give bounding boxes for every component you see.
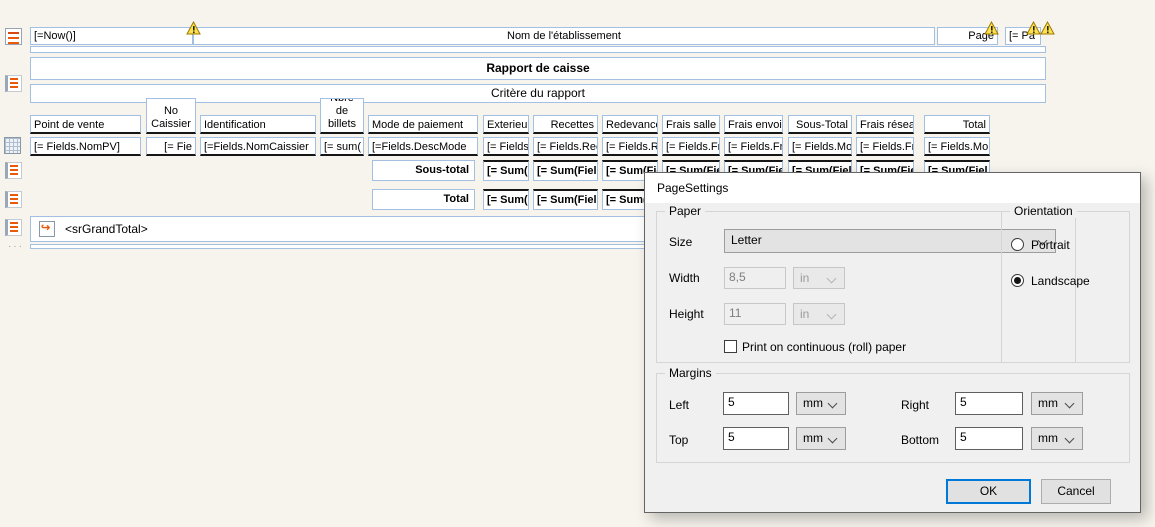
margin-bottom-input[interactable]: 5 [955, 427, 1023, 450]
dialog-title[interactable]: PageSettings [645, 173, 1140, 203]
column-header-cell[interactable]: Redevance [602, 115, 658, 134]
height-unit-value: in [800, 307, 809, 321]
margin-unit-value: mm [803, 396, 823, 410]
margin-bottom-unit-select[interactable]: mm [1031, 427, 1083, 450]
width-unit-value: in [800, 271, 809, 285]
margin-left-label: Left [669, 398, 689, 412]
margin-right-input[interactable]: 5 [955, 392, 1023, 415]
subreport-icon: ↪ [39, 221, 55, 237]
chevron-down-icon [1065, 399, 1075, 409]
height-label: Height [669, 307, 704, 321]
margins-group-label: Margins [665, 366, 716, 380]
subtotal-sum-cell[interactable]: [= Sum(Fiel [533, 160, 598, 181]
portrait-radio[interactable] [1011, 238, 1024, 251]
landscape-radio[interactable] [1011, 274, 1024, 287]
margin-top-input[interactable]: 5 [723, 427, 789, 450]
detail-data-cell[interactable]: [= Fields.NomPV] [30, 137, 141, 156]
subtotal-label[interactable]: Sous-total [372, 160, 475, 181]
detail-section-icon[interactable] [4, 137, 21, 154]
detail-data-cell[interactable]: [= Fields.Mo [788, 137, 852, 156]
cancel-button[interactable]: Cancel [1041, 479, 1111, 504]
margin-right-label: Right [901, 398, 929, 412]
chevron-down-icon [827, 274, 837, 284]
group-footer-icon[interactable] [5, 162, 22, 179]
chevron-down-icon [828, 434, 838, 444]
detail-data-cell[interactable]: [= Fields.R [602, 137, 658, 156]
report-title-textbox[interactable]: Rapport de caisse [30, 57, 1046, 80]
column-header-cell[interactable]: Mode de paiement [368, 115, 478, 134]
detail-data-cell[interactable]: [= sum( [320, 137, 364, 156]
margin-bottom-label: Bottom [901, 433, 939, 447]
orientation-group-label: Orientation [1010, 204, 1077, 218]
detail-data-cell[interactable]: [= Fie [146, 137, 196, 156]
collapsed-section-indicator[interactable]: ··· [8, 241, 24, 252]
subtotal-sum-cell[interactable]: [= Sum( [483, 160, 529, 181]
detail-data-cell[interactable]: [= Fields.Rec [533, 137, 598, 156]
column-header-cell[interactable]: Exterieur [483, 115, 529, 134]
detail-data-cell[interactable]: [= Fields [483, 137, 529, 156]
paper-group-label: Paper [665, 204, 705, 218]
total-label[interactable]: Total [372, 189, 475, 210]
total-sum-cell[interactable]: [= Sum( [483, 189, 529, 210]
detail-data-cell[interactable]: [=Fields.NomCaissier [200, 137, 316, 156]
margin-left-input[interactable]: 5 [723, 392, 789, 415]
column-header-cell[interactable]: Frais salle [662, 115, 720, 134]
detail-data-cell[interactable]: [= Fields.Mo [924, 137, 990, 156]
column-header-cell[interactable]: Sous-Total [788, 115, 852, 134]
margin-unit-value: mm [1038, 396, 1058, 410]
size-label: Size [669, 235, 692, 249]
chevron-down-icon [1065, 434, 1075, 444]
column-header-cell[interactable]: No Caissier [146, 98, 196, 134]
page-header-icon[interactable] [5, 28, 22, 45]
total-sum-cell[interactable]: [= Sum(Fiel [533, 189, 598, 210]
detail-data-cell[interactable]: [= Fields.Fr [662, 137, 720, 156]
group-footer-icon[interactable] [5, 219, 22, 236]
subreport-arrow-glyph: ↪ [41, 221, 50, 234]
detail-data-cell[interactable]: [= Fields.Fr [856, 137, 914, 156]
warning-icon[interactable] [1026, 21, 1041, 35]
detail-data-cell[interactable]: [=Fields.DescMode [368, 137, 478, 156]
establishment-textbox[interactable]: Nom de l'établissement [193, 27, 935, 45]
continuous-paper-label[interactable]: Print on continuous (roll) paper [742, 340, 906, 354]
column-header-cell[interactable]: Frais réseau [856, 115, 914, 134]
portrait-label[interactable]: Portrait [1031, 238, 1070, 252]
subreport-placeholder[interactable]: <srGrandTotal> [65, 222, 148, 236]
continuous-paper-checkbox[interactable] [724, 340, 737, 353]
chevron-down-icon [828, 399, 838, 409]
column-header-cell[interactable]: Recettes [533, 115, 598, 134]
spacer-band[interactable] [30, 46, 1046, 53]
margin-unit-value: mm [1038, 431, 1058, 445]
group-footer-icon[interactable] [5, 191, 22, 208]
height-unit-select[interactable]: in [793, 303, 845, 325]
page-settings-dialog: PageSettings Paper Size Letter Width 8,5… [644, 172, 1141, 513]
column-header-cell[interactable]: Total [924, 115, 990, 134]
column-header-cell[interactable]: Identification [200, 115, 316, 134]
landscape-label[interactable]: Landscape [1031, 274, 1090, 288]
column-header-cell[interactable]: Nbre de billets [320, 98, 364, 134]
margin-top-unit-select[interactable]: mm [796, 427, 846, 450]
margin-right-unit-select[interactable]: mm [1031, 392, 1083, 415]
group-header-icon[interactable] [5, 75, 22, 92]
paper-width-input[interactable]: 8,5 [724, 267, 786, 289]
warning-icon[interactable] [984, 21, 999, 35]
column-header-cell[interactable]: Point de vente [30, 115, 141, 134]
paper-size-value: Letter [731, 233, 762, 247]
margin-top-label: Top [669, 433, 688, 447]
width-label: Width [669, 271, 700, 285]
warning-icon[interactable] [186, 21, 201, 35]
width-unit-select[interactable]: in [793, 267, 845, 289]
margin-left-unit-select[interactable]: mm [796, 392, 846, 415]
ok-button[interactable]: OK [946, 479, 1031, 504]
now-expression-box[interactable]: [=Now()] [30, 27, 193, 45]
detail-data-cell[interactable]: [= Fields.Fr [724, 137, 783, 156]
paper-height-input[interactable]: 11 [724, 303, 786, 325]
column-header-cell[interactable]: Frais envoi [724, 115, 783, 134]
margin-unit-value: mm [803, 431, 823, 445]
warning-icon[interactable] [1040, 21, 1055, 35]
chevron-down-icon [827, 310, 837, 320]
